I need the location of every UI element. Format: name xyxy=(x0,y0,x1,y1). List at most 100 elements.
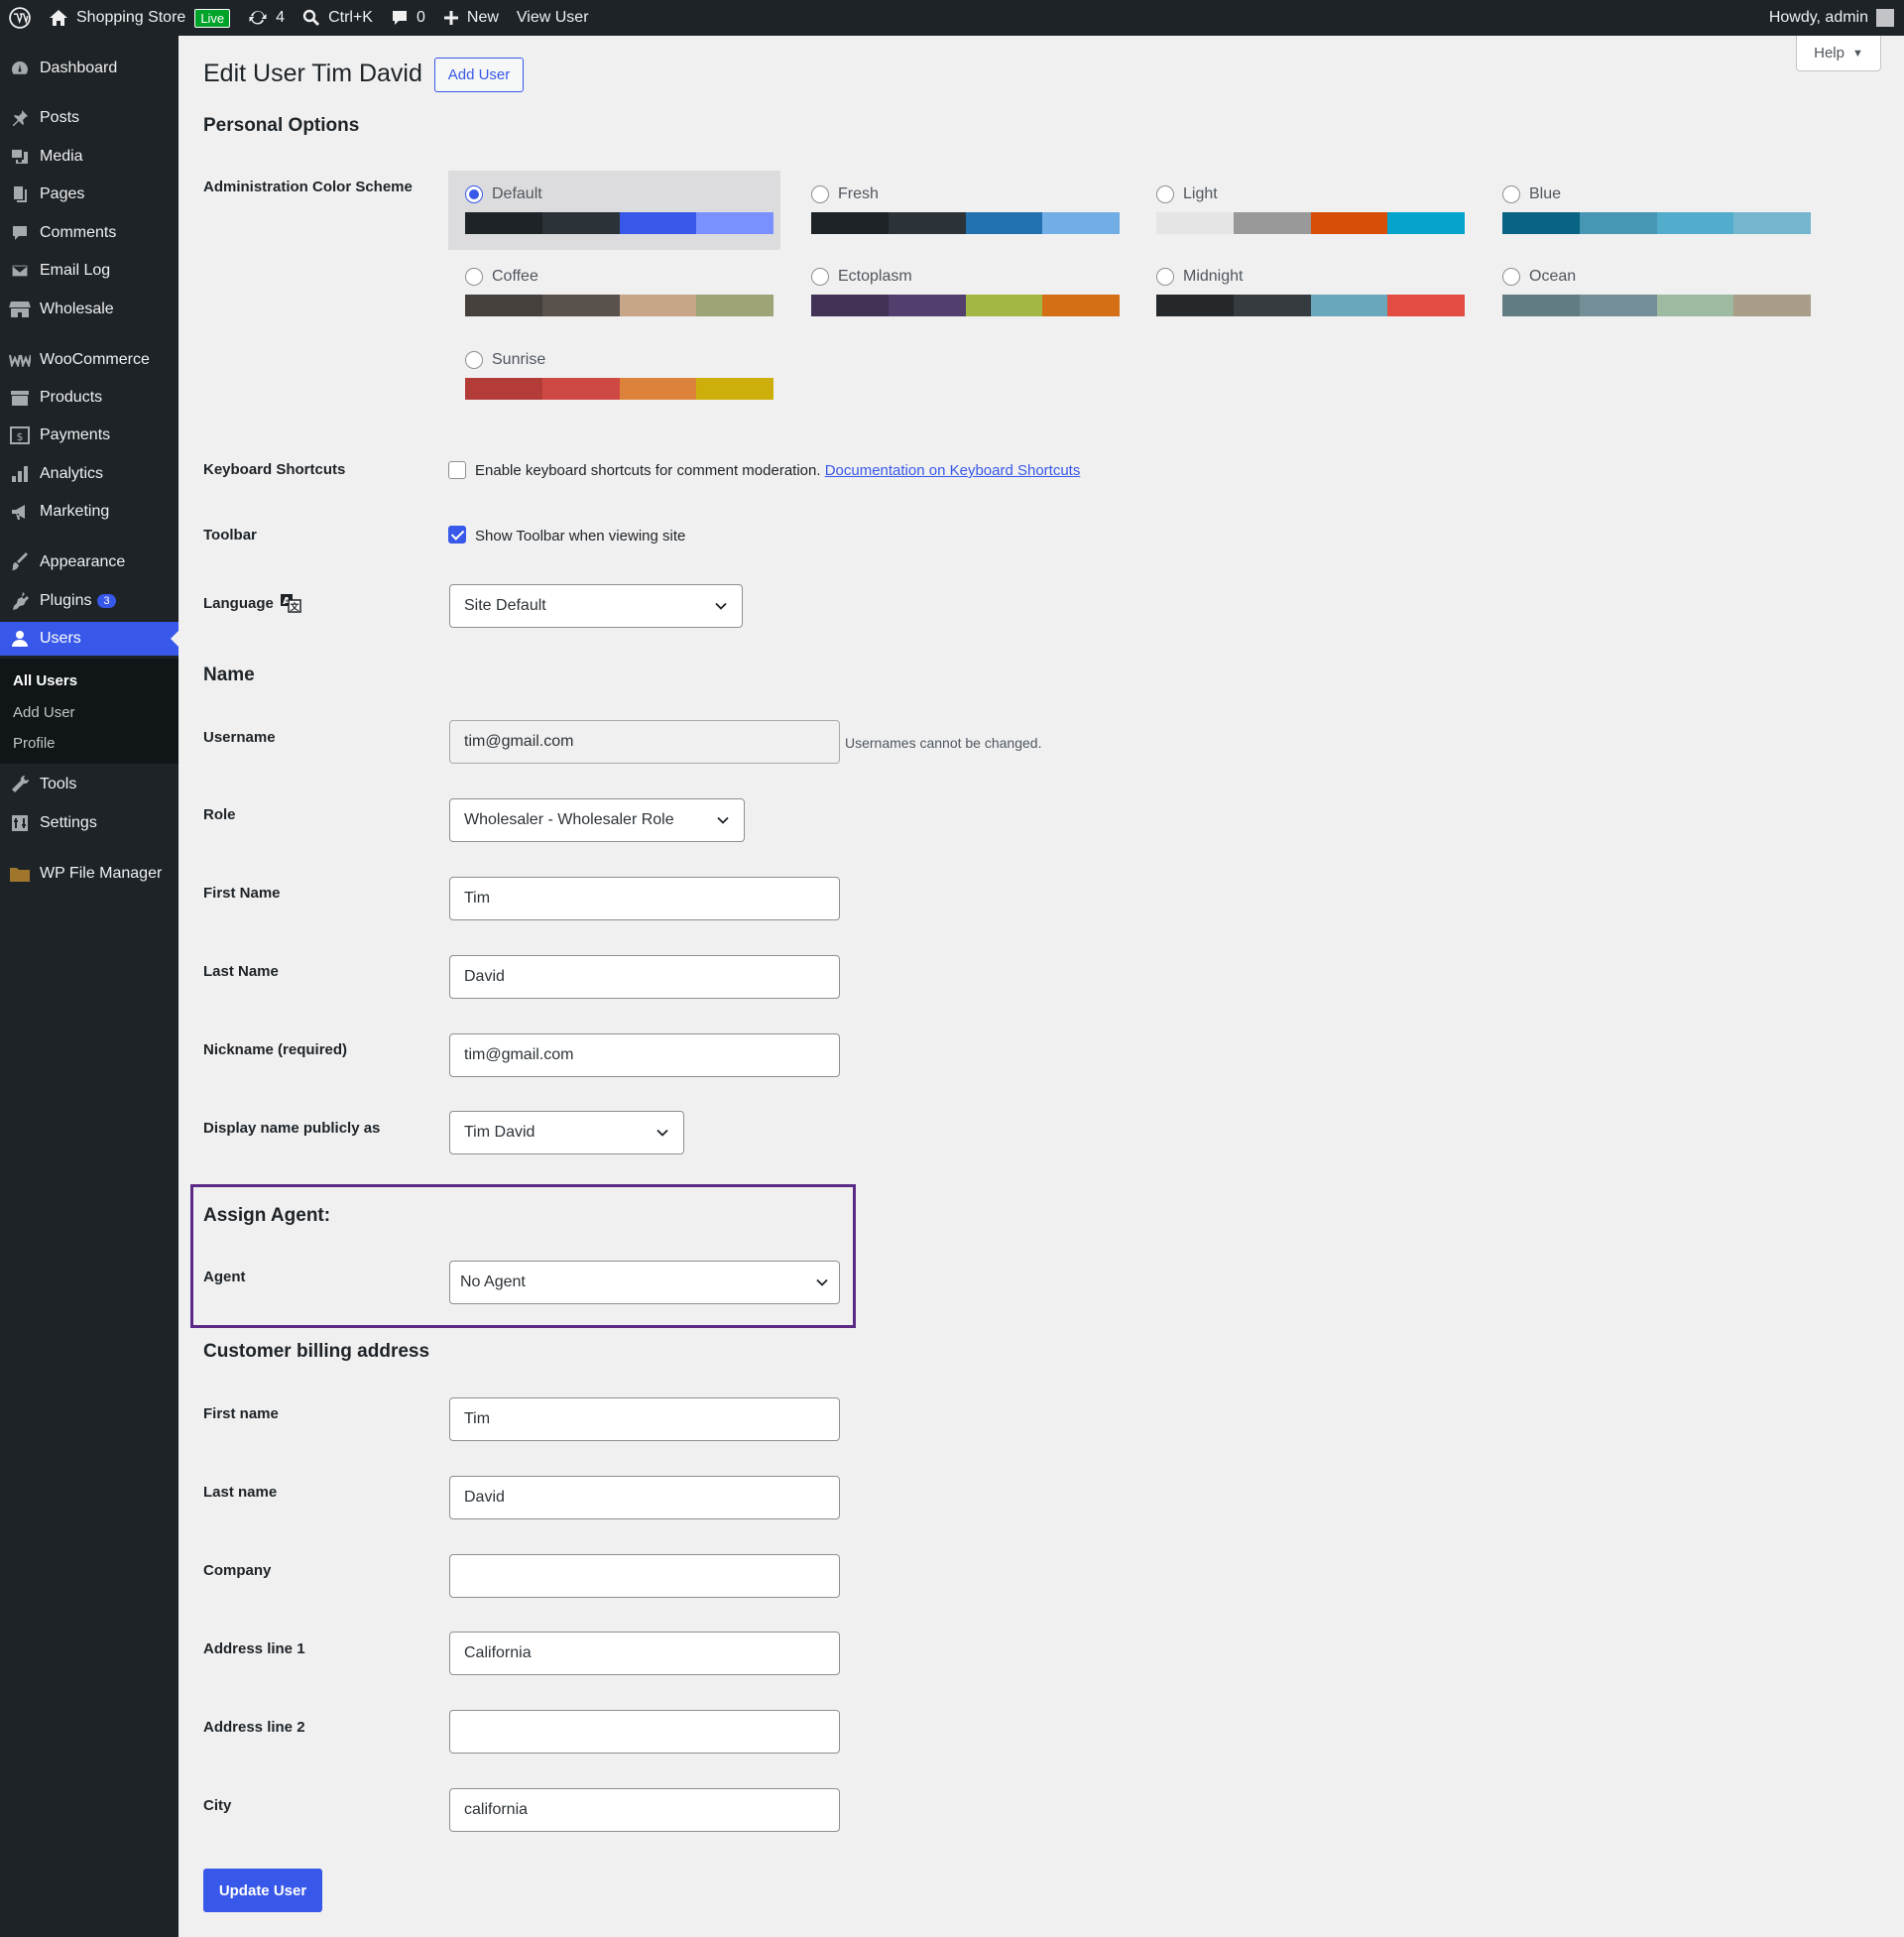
sidebar-item-label: WP File Manager xyxy=(40,865,163,882)
scheme-swatches xyxy=(1156,212,1465,234)
add-user-button[interactable]: Add User xyxy=(434,58,524,92)
show-toolbar-checkbox[interactable] xyxy=(448,526,466,544)
chevron-down-icon xyxy=(715,602,727,610)
color-scheme-fresh[interactable]: Fresh xyxy=(794,171,1127,250)
billing-first-name-field[interactable]: Tim xyxy=(449,1397,840,1441)
radio-button[interactable] xyxy=(1156,185,1174,203)
scheme-name: Default xyxy=(492,185,542,202)
color-scheme-light[interactable]: Light xyxy=(1139,171,1472,250)
sidebar-item-tools[interactable]: Tools xyxy=(0,768,178,801)
sidebar-item-wholesale[interactable]: Wholesale xyxy=(0,293,178,326)
display-name-select[interactable]: Tim David xyxy=(449,1111,684,1154)
first-name-field[interactable]: Tim xyxy=(449,877,840,920)
color-scheme-ectoplasm[interactable]: Ectoplasm xyxy=(794,253,1127,332)
color-scheme-ocean[interactable]: Ocean xyxy=(1486,253,1818,332)
sidebar-item-settings[interactable]: Settings xyxy=(0,806,178,840)
sidebar-item-wp-file-manager[interactable]: WP File Manager xyxy=(0,857,178,891)
submenu-all-users[interactable]: All Users xyxy=(13,672,77,689)
sidebar-item-label: Dashboard xyxy=(40,60,118,76)
submenu-profile[interactable]: Profile xyxy=(13,735,56,752)
view-user-link[interactable]: View User xyxy=(508,0,598,36)
color-scheme-coffee[interactable]: Coffee xyxy=(448,253,780,332)
scheme-swatches xyxy=(1502,295,1811,316)
billing-last-name-field[interactable]: David xyxy=(449,1476,840,1519)
sidebar-item-dashboard[interactable]: Dashboard xyxy=(0,52,178,85)
radio-button[interactable] xyxy=(1502,185,1520,203)
language-selected-value: Site Default xyxy=(464,597,546,614)
chevron-down-icon xyxy=(656,1129,668,1137)
role-selected-value: Wholesaler - Wholesaler Role xyxy=(464,811,674,828)
sidebar-item-payments[interactable]: $ Payments xyxy=(0,419,178,452)
scheme-swatches xyxy=(811,295,1120,316)
radio-button[interactable] xyxy=(1156,268,1174,286)
update-user-button[interactable]: Update User xyxy=(203,1869,322,1912)
sidebar-item-label: Tools xyxy=(40,776,77,792)
submenu-add-user[interactable]: Add User xyxy=(13,704,75,721)
radio-button[interactable] xyxy=(811,185,829,203)
sidebar-item-media[interactable]: Media xyxy=(0,140,178,174)
radio-button[interactable] xyxy=(465,268,483,286)
radio-button[interactable] xyxy=(465,185,483,203)
username-field[interactable]: tim@gmail.com xyxy=(449,720,840,764)
billing-address1-field[interactable]: California xyxy=(449,1632,840,1675)
sidebar-item-posts[interactable]: Posts xyxy=(0,101,178,135)
updates-link[interactable]: 4 xyxy=(239,0,294,36)
language-label-row: Language A文 xyxy=(203,593,301,613)
color-scheme-midnight[interactable]: Midnight xyxy=(1139,253,1472,332)
comment-icon xyxy=(9,222,31,244)
account-menu[interactable]: Howdy, admin xyxy=(1769,9,1904,27)
pin-icon xyxy=(9,107,31,129)
home-icon xyxy=(50,10,67,26)
language-select[interactable]: Site Default xyxy=(449,584,743,628)
sidebar-item-marketing[interactable]: Marketing xyxy=(0,495,178,529)
sidebar-item-plugins[interactable]: Plugins 3 xyxy=(0,584,178,618)
avatar xyxy=(1876,9,1894,27)
agent-selected-value: No Agent xyxy=(460,1273,526,1290)
search-shortcut[interactable]: Ctrl+K xyxy=(294,0,382,36)
sidebar-item-woocommerce[interactable]: WooCommerce xyxy=(0,343,178,377)
sidebar-item-products[interactable]: Products xyxy=(0,381,178,415)
username-note: Usernames cannot be changed. xyxy=(845,735,1042,751)
nickname-field[interactable]: tim@gmail.com xyxy=(449,1033,840,1077)
radio-button[interactable] xyxy=(811,268,829,286)
keyboard-shortcuts-checkbox[interactable] xyxy=(448,461,466,479)
billing-address2-field[interactable] xyxy=(449,1710,840,1754)
scheme-name: Ectoplasm xyxy=(838,268,912,285)
scheme-swatches xyxy=(1156,295,1465,316)
sidebar-item-users[interactable]: Users xyxy=(0,622,178,656)
keyboard-shortcuts-doc-link[interactable]: Documentation on Keyboard Shortcuts xyxy=(825,462,1081,479)
new-content-link[interactable]: New xyxy=(434,0,508,36)
howdy-label: Howdy, admin xyxy=(1768,9,1868,26)
dashboard-icon xyxy=(9,58,31,79)
help-tab-button[interactable]: Help ▼ xyxy=(1796,36,1881,71)
billing-company-field[interactable] xyxy=(449,1554,840,1598)
agent-label: Agent xyxy=(203,1269,246,1285)
billing-city-field[interactable]: california xyxy=(449,1788,840,1832)
wordpress-logo-icon[interactable] xyxy=(0,0,40,36)
comments-link[interactable]: 0 xyxy=(382,0,434,36)
chart-icon xyxy=(9,463,31,485)
site-name-link[interactable]: Shopping Store Live xyxy=(40,0,239,36)
sidebar-item-label: Wholesale xyxy=(40,301,114,317)
color-scheme-default[interactable]: Default xyxy=(448,171,780,250)
last-name-field[interactable]: David xyxy=(449,955,840,999)
radio-button[interactable] xyxy=(1502,268,1520,286)
agent-select[interactable]: No Agent xyxy=(449,1261,840,1304)
personal-options-heading: Personal Options xyxy=(203,115,360,136)
radio-button[interactable] xyxy=(465,351,483,369)
scheme-name: Light xyxy=(1183,185,1218,202)
sidebar-item-appearance[interactable]: Appearance xyxy=(0,545,178,579)
sidebar-item-pages[interactable]: Pages xyxy=(0,178,178,211)
billing-address2-label: Address line 2 xyxy=(203,1719,305,1736)
color-scheme-sunrise[interactable]: Sunrise xyxy=(448,336,780,416)
sidebar-item-label: Media xyxy=(40,148,83,165)
sidebar-item-comments[interactable]: Comments xyxy=(0,216,178,250)
role-select[interactable]: Wholesaler - Wholesaler Role xyxy=(449,798,745,842)
role-label: Role xyxy=(203,806,236,823)
toolbar-label: Toolbar xyxy=(203,527,257,544)
sidebar-item-analytics[interactable]: Analytics xyxy=(0,457,178,491)
color-scheme-blue[interactable]: Blue xyxy=(1486,171,1818,250)
live-badge: Live xyxy=(194,8,231,28)
scheme-name: Fresh xyxy=(838,185,879,202)
sidebar-item-email-log[interactable]: Email Log xyxy=(0,254,178,288)
